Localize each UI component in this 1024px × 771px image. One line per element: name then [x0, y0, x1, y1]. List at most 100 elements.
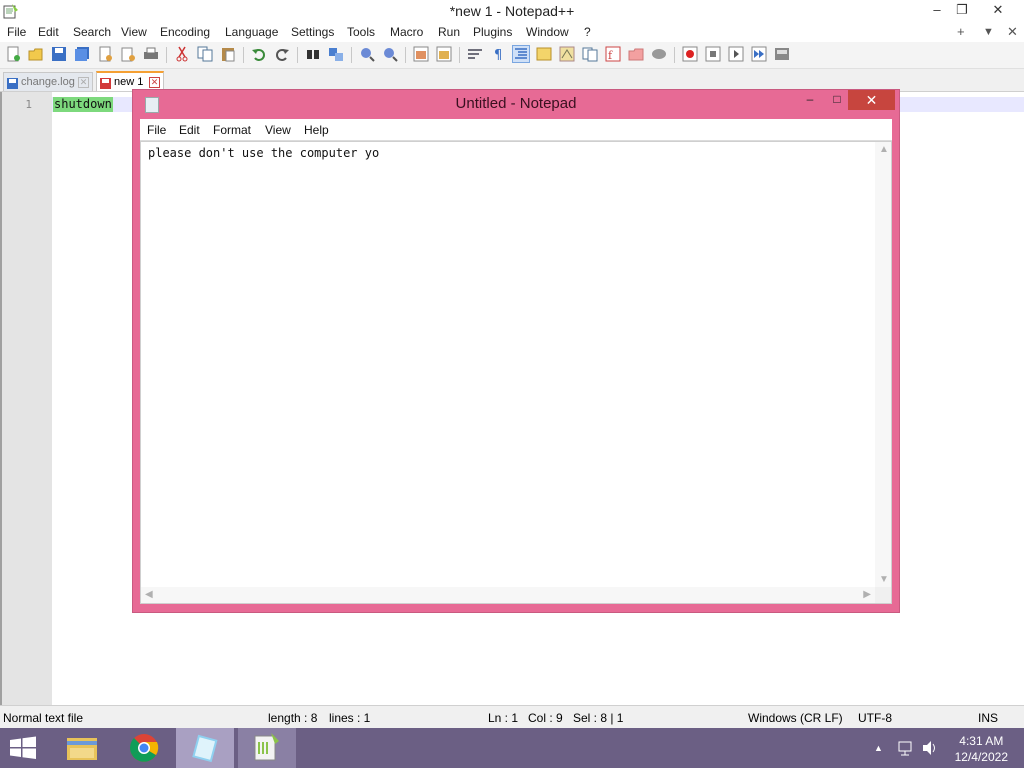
- close-tab-icon[interactable]: ✕: [149, 77, 160, 88]
- menu-edit[interactable]: Edit: [38, 25, 59, 39]
- start-icon[interactable]: [0, 728, 46, 768]
- volume-icon[interactable]: [920, 728, 940, 768]
- notepadpp-taskbar-icon[interactable]: [238, 728, 296, 768]
- macro-stop-icon[interactable]: [705, 46, 721, 62]
- save-icon[interactable]: [51, 46, 67, 62]
- menu-language[interactable]: Language: [225, 25, 278, 39]
- chevron-down-icon[interactable]: ▼: [983, 26, 994, 38]
- line-number-gutter: 1: [0, 92, 52, 705]
- menu-view[interactable]: View: [265, 123, 291, 137]
- taskbar: ▲ 4:31 AM 12/4/2022: [0, 728, 1024, 768]
- doc-list-icon[interactable]: [582, 46, 598, 62]
- chrome-icon[interactable]: [118, 728, 170, 768]
- sync-vertical-icon[interactable]: [413, 46, 429, 62]
- status-eol[interactable]: Windows (CR LF): [748, 711, 843, 725]
- close-doc-icon[interactable]: ✕: [1007, 24, 1018, 40]
- status-insert-mode[interactable]: INS: [978, 711, 998, 725]
- macro-record-icon[interactable]: [682, 46, 698, 62]
- monitoring-icon[interactable]: [651, 46, 667, 62]
- horizontal-scrollbar[interactable]: ◀ ▶: [141, 587, 875, 603]
- scroll-left-icon[interactable]: ◀: [145, 589, 153, 600]
- status-encoding[interactable]: UTF-8: [858, 711, 892, 725]
- close-file-icon[interactable]: [97, 46, 113, 62]
- replace-icon[interactable]: [328, 46, 344, 62]
- function-list-icon[interactable]: f: [605, 46, 621, 62]
- status-file-type: Normal text file: [3, 711, 84, 725]
- word-wrap-icon[interactable]: [467, 46, 483, 62]
- sync-horizontal-icon[interactable]: [436, 46, 452, 62]
- print-icon[interactable]: [143, 46, 159, 62]
- npp-tab-bar: change.log ✕ new 1 ✕: [0, 69, 1024, 93]
- notepad-window[interactable]: Untitled - Notepad – □ ✕ File Edit Forma…: [132, 89, 900, 613]
- menu-run[interactable]: Run: [438, 25, 460, 39]
- editor-line-text[interactable]: shutdown: [53, 97, 113, 112]
- saved-file-icon: [7, 77, 18, 89]
- redo-icon[interactable]: [274, 46, 290, 62]
- scroll-up-icon[interactable]: ▲: [879, 144, 889, 155]
- close-tab-icon[interactable]: ✕: [78, 77, 89, 88]
- show-hidden-icons-icon[interactable]: ▲: [874, 728, 888, 768]
- close-button[interactable]: ✕: [983, 0, 1013, 20]
- menu-format[interactable]: Format: [213, 123, 251, 137]
- notepad-text[interactable]: please don't use the computer yo: [148, 146, 379, 160]
- add-icon[interactable]: +: [957, 24, 965, 39]
- status-column: Col : 9: [528, 711, 563, 725]
- macro-play-icon[interactable]: [728, 46, 744, 62]
- find-icon[interactable]: [305, 46, 321, 62]
- menu-file[interactable]: File: [147, 123, 166, 137]
- undo-icon[interactable]: [251, 46, 267, 62]
- menu-view[interactable]: View: [121, 25, 147, 39]
- udl-icon[interactable]: [536, 46, 552, 62]
- maximize-button[interactable]: □: [825, 92, 849, 112]
- menu-settings[interactable]: Settings: [291, 25, 334, 39]
- notepad-text-area[interactable]: please don't use the computer yo ▲ ▼ ◀ ▶: [140, 141, 892, 604]
- zoom-in-icon[interactable]: [359, 46, 375, 62]
- line-number: 1: [25, 98, 32, 111]
- unsaved-file-icon: [100, 77, 111, 89]
- new-file-icon[interactable]: [5, 46, 21, 62]
- menu-search[interactable]: Search: [73, 25, 111, 39]
- doc-map-icon[interactable]: [559, 46, 575, 62]
- notepad-taskbar-icon[interactable]: [176, 728, 234, 768]
- clock[interactable]: 4:31 AM 12/4/2022: [955, 733, 1008, 765]
- tab-label: change.log: [21, 76, 75, 88]
- network-icon[interactable]: [896, 728, 916, 768]
- copy-icon[interactable]: [197, 46, 213, 62]
- close-all-icon[interactable]: [120, 46, 136, 62]
- paste-icon[interactable]: [220, 46, 236, 62]
- folder-workspace-icon[interactable]: [628, 46, 644, 62]
- minimize-button[interactable]: –: [798, 92, 822, 112]
- close-button[interactable]: ✕: [848, 90, 895, 110]
- open-file-icon[interactable]: [28, 46, 44, 62]
- npp-title-bar[interactable]: *new 1 - Notepad++ – ❐ ✕: [0, 0, 1024, 22]
- menu-help[interactable]: Help: [304, 123, 329, 137]
- menu-tools[interactable]: Tools: [347, 25, 375, 39]
- indent-guide-icon[interactable]: [512, 45, 530, 63]
- menu-encoding[interactable]: Encoding: [160, 25, 210, 39]
- show-all-chars-icon[interactable]: ¶: [490, 46, 506, 62]
- menu-plugins[interactable]: Plugins: [473, 25, 512, 39]
- macro-play-multiple-icon[interactable]: [751, 46, 767, 62]
- scroll-right-icon[interactable]: ▶: [863, 589, 871, 600]
- file-explorer-icon[interactable]: [56, 728, 108, 768]
- vertical-scrollbar[interactable]: ▲ ▼: [875, 142, 891, 587]
- notepad-window-title: Untitled - Notepad: [455, 95, 577, 112]
- tab-change-log[interactable]: change.log ✕: [3, 72, 93, 92]
- resize-grip-icon[interactable]: [875, 587, 891, 603]
- menu-file[interactable]: File: [7, 25, 26, 39]
- cut-icon[interactable]: [174, 46, 190, 62]
- restore-button[interactable]: ❐: [947, 0, 977, 20]
- menu-edit[interactable]: Edit: [179, 123, 200, 137]
- macro-save-icon[interactable]: [774, 46, 790, 62]
- npp-menu-bar: File Edit Search View Encoding Language …: [0, 22, 1024, 42]
- svg-text:¶: ¶: [494, 48, 502, 62]
- menu-macro[interactable]: Macro: [390, 25, 423, 39]
- zoom-out-icon[interactable]: [382, 46, 398, 62]
- menu-window[interactable]: Window: [526, 25, 569, 39]
- menu-help[interactable]: ?: [584, 25, 591, 39]
- scroll-down-icon[interactable]: ▼: [879, 574, 889, 585]
- status-selection: Sel : 8 | 1: [573, 711, 624, 725]
- save-all-icon[interactable]: [74, 46, 90, 62]
- notepad-menu-bar: File Edit Format View Help: [140, 119, 892, 141]
- notepad-title-bar[interactable]: Untitled - Notepad – □ ✕: [133, 90, 899, 119]
